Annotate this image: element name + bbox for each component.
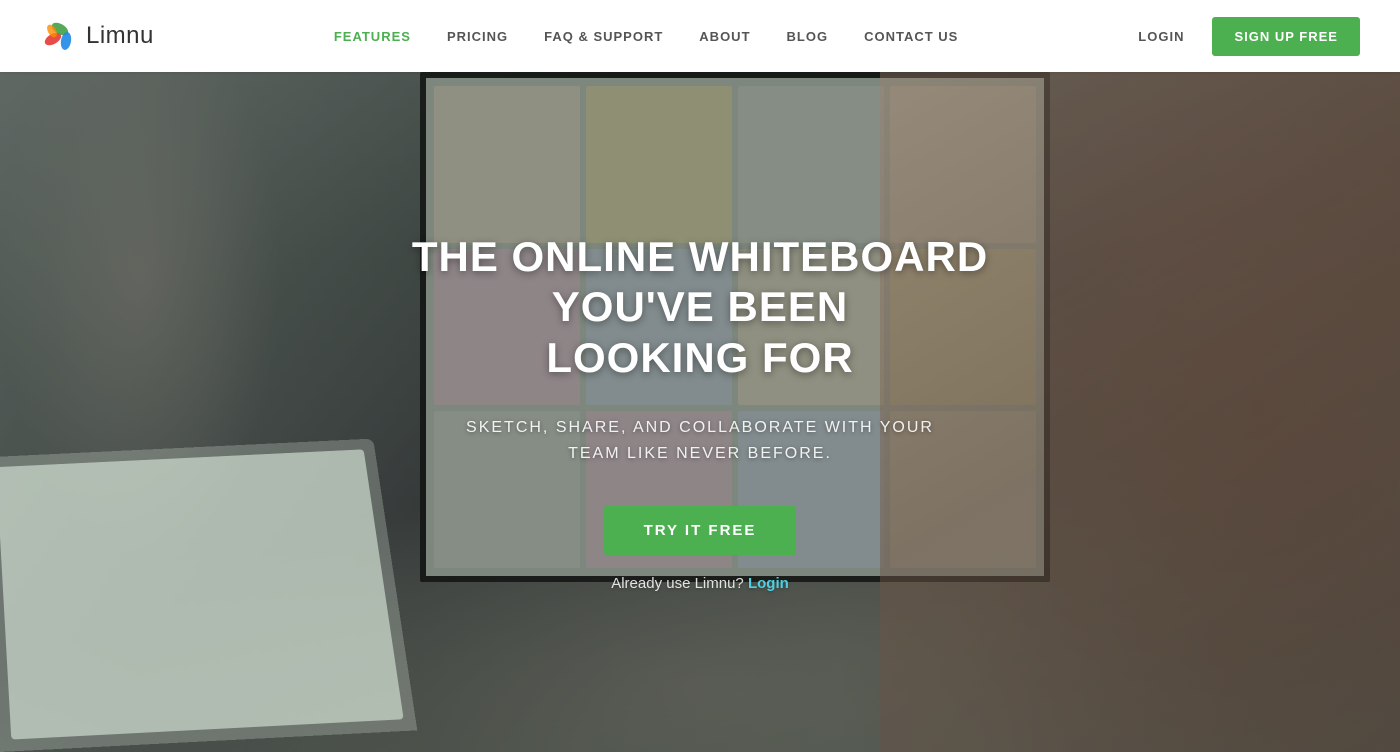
already-use-text: Already use Limnu? Login: [611, 575, 789, 592]
hero-login-link[interactable]: Login: [748, 575, 789, 592]
header: Limnu FEATURES PRICING FAQ & SUPPORT ABO…: [0, 0, 1400, 72]
nav-blog[interactable]: BLOG: [787, 29, 829, 44]
logo-text: Limnu: [86, 22, 154, 50]
hero-section: THE ONLINE WHITEBOARD YOU'VE BEEN LOOKIN…: [0, 72, 1400, 752]
hero-title: THE ONLINE WHITEBOARD YOU'VE BEEN LOOKIN…: [350, 232, 1050, 383]
login-link[interactable]: LOGIN: [1138, 29, 1184, 44]
signup-button[interactable]: SIGN UP FREE: [1212, 17, 1360, 56]
limnu-logo-icon: [40, 17, 78, 55]
hero-subtitle: SKETCH, SHARE, AND COLLABORATE WITH YOUR…: [440, 415, 960, 466]
logo[interactable]: Limnu: [40, 17, 154, 55]
nav-contact[interactable]: CONTACT US: [864, 29, 958, 44]
nav-features[interactable]: FEATURES: [334, 29, 411, 44]
main-nav: FEATURES PRICING FAQ & SUPPORT ABOUT BLO…: [334, 29, 959, 44]
nav-faq[interactable]: FAQ & SUPPORT: [544, 29, 663, 44]
nav-pricing[interactable]: PRICING: [447, 29, 508, 44]
nav-about[interactable]: ABOUT: [699, 29, 750, 44]
try-free-button[interactable]: TRY IT FREE: [604, 506, 797, 555]
nav-right: LOGIN SIGN UP FREE: [1138, 17, 1360, 56]
hero-content: THE ONLINE WHITEBOARD YOU'VE BEEN LOOKIN…: [0, 72, 1400, 752]
